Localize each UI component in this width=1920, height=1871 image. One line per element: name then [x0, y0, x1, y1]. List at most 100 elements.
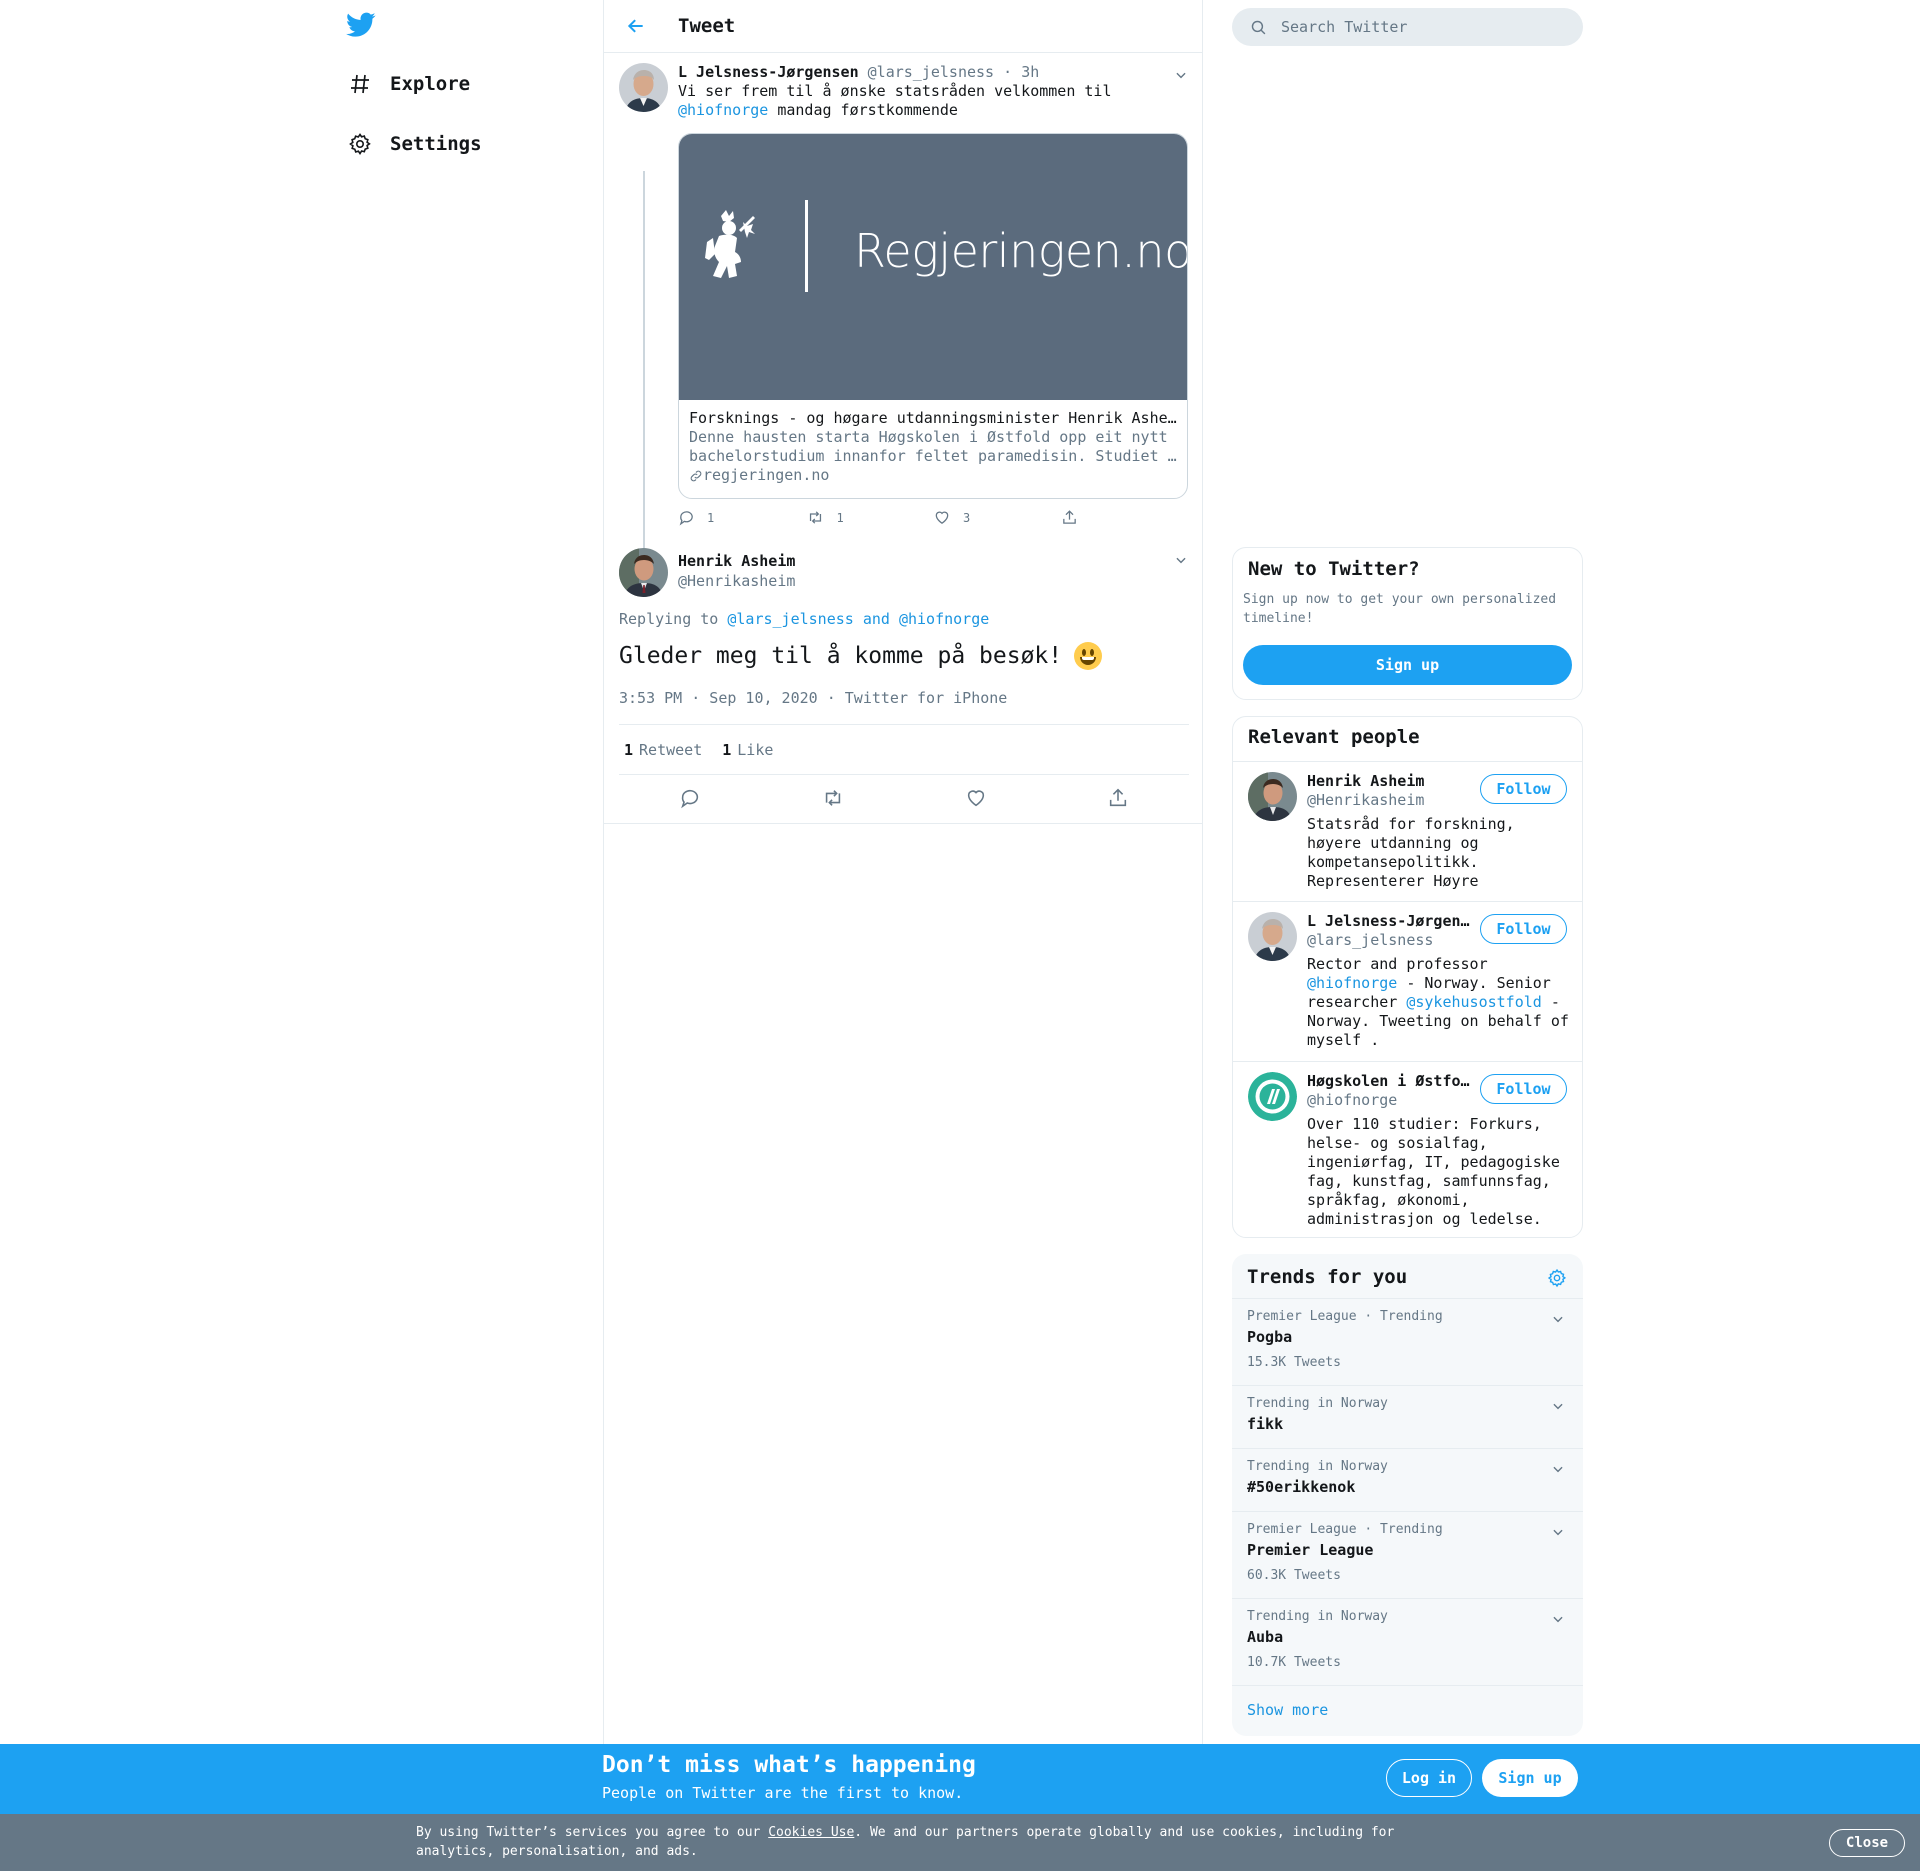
author-handle[interactable]: @lars_jelsness — [868, 63, 994, 81]
tweet-timestamp[interactable]: 3:53 PM · Sep 10, 2020 — [619, 689, 818, 707]
person-name[interactable]: Henrik Asheim — [1307, 772, 1471, 790]
tweet-actions — [619, 775, 1189, 824]
tweet-text-body: Gleder meg til å komme på besøk! — [619, 643, 1063, 669]
link-card[interactable]: Regjeringen.no Forsknings - og høgare ut… — [678, 133, 1188, 499]
thread-line — [643, 171, 645, 597]
tweet-header: L Jelsness-Jørgensen @lars_jelsness · 3h — [678, 63, 1039, 81]
trend-category: Premier League · Trending — [1247, 1309, 1443, 1324]
author-handle[interactable]: @Henrikasheim — [678, 572, 795, 590]
tweet-source[interactable]: Twitter for iPhone — [845, 689, 1008, 707]
share-button[interactable] — [1061, 509, 1189, 526]
card-divider — [805, 200, 808, 292]
trend-item[interactable]: Trending in Norway Auba 10.7K Tweets — [1232, 1598, 1583, 1685]
person-card[interactable]: L Jelsness-Jørgensen @lars_jelsness Foll… — [1233, 901, 1582, 1061]
person-handle[interactable]: @lars_jelsness — [1307, 931, 1433, 949]
share-icon[interactable] — [1107, 787, 1129, 813]
avatar[interactable] — [619, 548, 668, 597]
trend-count: 15.3K Tweets — [1247, 1355, 1341, 1370]
bio-mention[interactable]: @hiofnorge — [1307, 974, 1397, 992]
author-name[interactable]: Henrik Asheim — [678, 552, 795, 570]
trend-category: Premier League · Trending — [1247, 1522, 1443, 1537]
trend-name: Pogba — [1247, 1328, 1293, 1346]
person-name[interactable]: Høgskolen i Østfold — [1307, 1072, 1471, 1090]
back-arrow-icon[interactable] — [624, 14, 648, 38]
tweet-meta: 3:53 PM · Sep 10, 2020 · Twitter for iPh… — [619, 689, 1007, 707]
avatar[interactable] — [1248, 772, 1297, 821]
search-bar[interactable] — [1232, 8, 1583, 46]
likes-stat[interactable]: 1 Like — [722, 741, 773, 759]
separator-dot: · — [826, 689, 836, 707]
trend-item[interactable]: Trending in Norway fikk — [1232, 1385, 1583, 1448]
reply-count: 1 — [707, 510, 715, 525]
nav-explore[interactable]: Explore — [346, 64, 470, 104]
trend-name: #50erikkenok — [1247, 1478, 1356, 1496]
trend-name: fikk — [1247, 1415, 1284, 1433]
gear-icon — [346, 130, 374, 158]
card-domain: regjeringen.no — [703, 466, 830, 484]
like-button[interactable]: 3 — [933, 509, 1061, 526]
person-card[interactable]: Høgskolen i Østfold @hiofnorge Follow Ov… — [1233, 1061, 1582, 1237]
chevron-down-icon[interactable] — [1551, 1611, 1565, 1630]
person-handle[interactable]: @hiofnorge — [1307, 1091, 1397, 1109]
trend-item[interactable]: Trending in Norway #50erikkenok — [1232, 1448, 1583, 1511]
separator-dot: · — [1003, 63, 1013, 81]
person-bio: Rector and professor @hiofnorge - Norway… — [1307, 955, 1569, 1050]
avatar[interactable] — [619, 63, 668, 112]
follow-button[interactable]: Follow — [1480, 914, 1567, 944]
like-label: Like — [737, 740, 774, 759]
share-icon — [1062, 510, 1076, 524]
reply-button[interactable]: 1 — [678, 509, 806, 526]
box-title: New to Twitter? — [1248, 558, 1420, 580]
chevron-down-icon[interactable] — [1551, 1524, 1565, 1543]
author-name[interactable]: L Jelsness-Jørgensen — [678, 63, 859, 81]
person-handle[interactable]: @Henrikasheim — [1307, 791, 1424, 809]
close-button[interactable]: Close — [1829, 1829, 1905, 1857]
tweet-text-part: mandag førstkommende — [777, 101, 958, 119]
trend-item[interactable]: Premier League · Trending Pogba 15.3K Tw… — [1232, 1298, 1583, 1385]
follow-button[interactable]: Follow — [1480, 1074, 1567, 1104]
chevron-down-icon[interactable] — [1551, 1311, 1565, 1330]
sign-up-button[interactable]: Sign up — [1482, 1759, 1578, 1797]
mention-link[interactable]: @hiofnorge — [678, 101, 768, 119]
tweet-actions: 1 1 3 — [678, 509, 1188, 526]
reply-mention[interactable]: @hiofnorge — [899, 610, 989, 628]
twitter-logo-icon[interactable] — [346, 12, 378, 44]
avatar[interactable] — [1248, 912, 1297, 961]
retweet-label: Retweet — [639, 740, 703, 759]
log-in-button[interactable]: Log in — [1386, 1759, 1472, 1797]
heart-icon — [935, 511, 949, 524]
chevron-down-icon[interactable] — [1551, 1461, 1565, 1480]
sign-up-button[interactable]: Sign up — [1243, 645, 1572, 685]
chevron-down-icon[interactable] — [1174, 552, 1190, 568]
retweet-button[interactable]: 1 — [806, 509, 934, 526]
person-card[interactable]: Henrik Asheim @Henrikasheim Follow Stats… — [1233, 761, 1582, 901]
box-title: Trends for you — [1247, 1266, 1408, 1288]
heart-icon[interactable] — [965, 787, 987, 813]
person-name[interactable]: L Jelsness-Jørgensen — [1307, 912, 1471, 930]
tweet-time[interactable]: 3h — [1021, 63, 1039, 81]
follow-button[interactable]: Follow — [1480, 774, 1567, 804]
grinning-face-icon — [1074, 642, 1103, 670]
bio-text: Rector and professor — [1307, 955, 1488, 973]
show-more-link[interactable]: Show more — [1247, 1701, 1328, 1719]
retweets-stat[interactable]: 1 Retweet — [624, 741, 702, 759]
trend-item[interactable]: Premier League · Trending Premier League… — [1232, 1511, 1583, 1598]
tweet-text-part: Vi ser frem til å ønske statsråden velko… — [678, 82, 1112, 100]
nav-settings[interactable]: Settings — [346, 124, 482, 164]
retweet-icon[interactable] — [821, 787, 845, 813]
reply-and: and — [862, 610, 890, 628]
avatar[interactable] — [1248, 1072, 1297, 1121]
nav-explore-label: Explore — [390, 73, 471, 95]
search-input[interactable] — [1281, 18, 1561, 36]
gear-icon[interactable] — [1547, 1268, 1567, 1292]
cookie-text: By using Twitter’s services you agree to… — [416, 1823, 1416, 1861]
chevron-down-icon[interactable] — [1551, 1398, 1565, 1417]
card-desc-line: bachelorstudium innanfor feltet paramedi… — [689, 447, 1177, 465]
replying-to: Replying to @lars_jelsness and @hiofnorg… — [619, 610, 989, 628]
cookies-use-link[interactable]: Cookies Use — [768, 1825, 854, 1840]
reply-mention[interactable]: @lars_jelsness — [727, 610, 853, 628]
reply-icon[interactable] — [679, 787, 701, 813]
trends-box: Trends for you Premier League · Trending… — [1232, 1254, 1583, 1736]
chevron-down-icon[interactable] — [1174, 67, 1190, 83]
bio-mention[interactable]: @sykehusostfold — [1406, 993, 1541, 1011]
